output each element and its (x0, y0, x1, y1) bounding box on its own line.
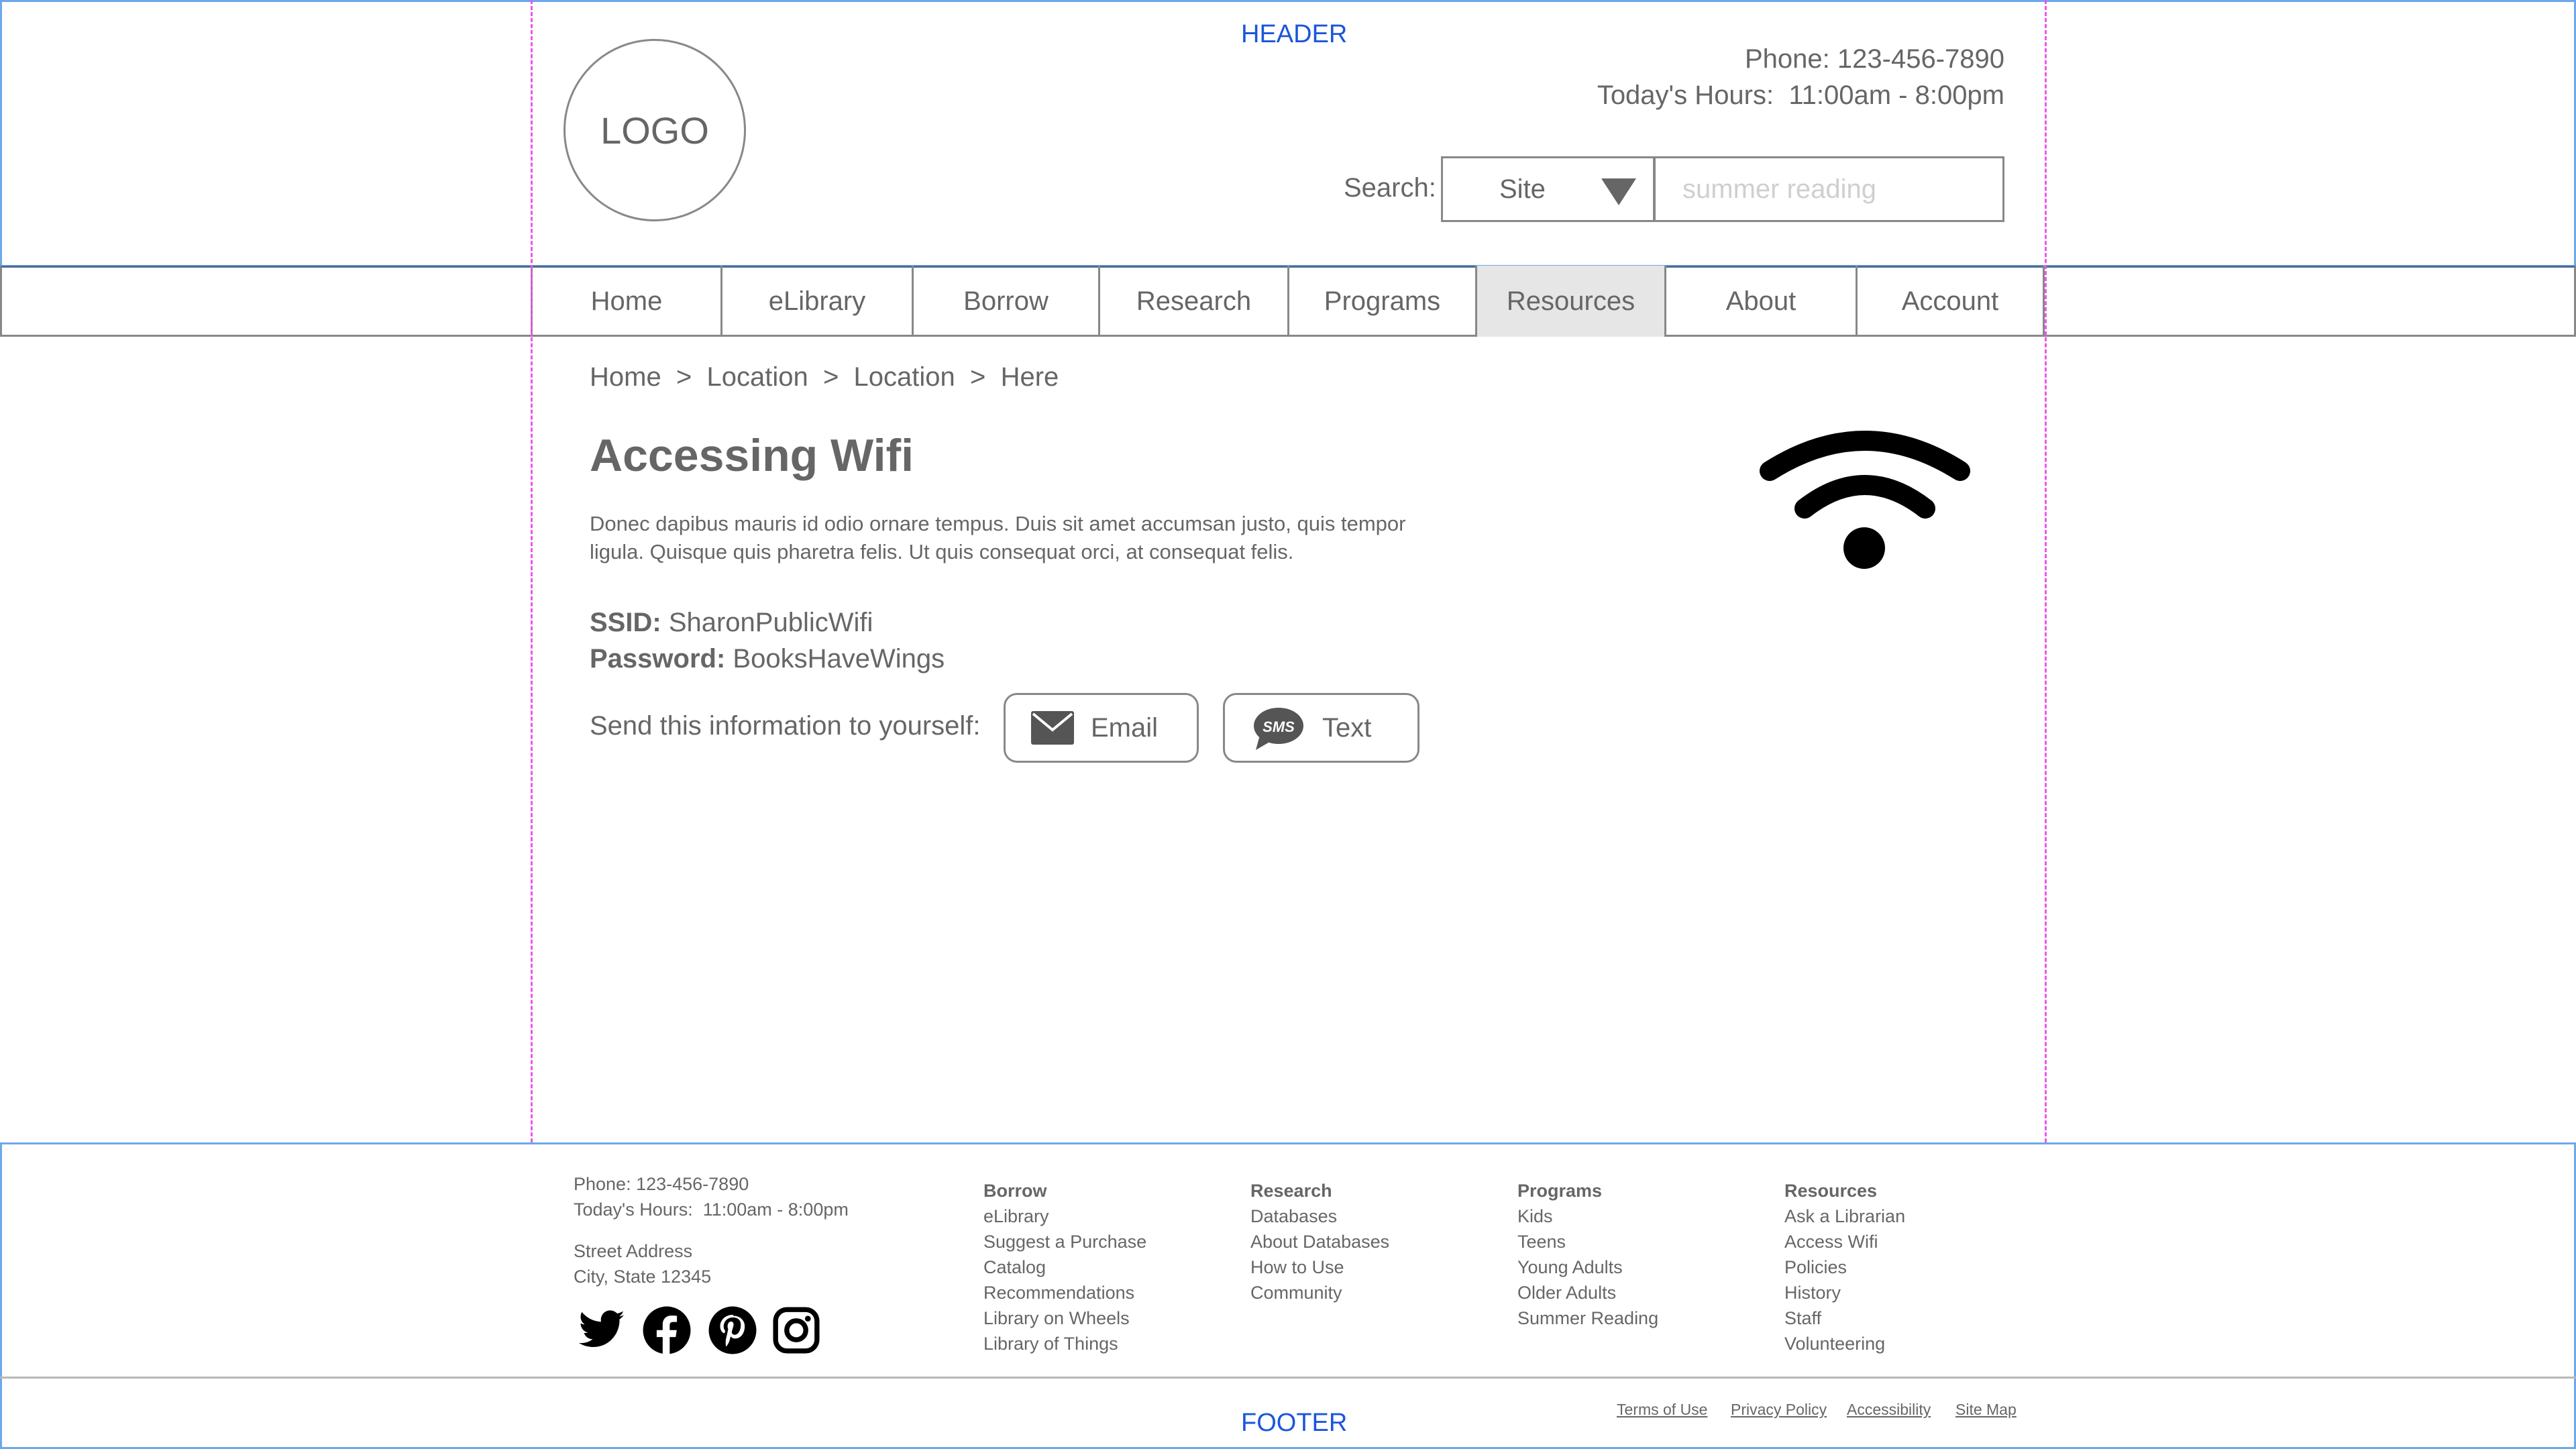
send-info-label: Send this information to yourself: (590, 711, 981, 741)
header-label: HEADER (1241, 20, 1348, 48)
footer-col-borrow: Borrow eLibrary Suggest a Purchase Catal… (983, 1178, 1146, 1356)
facebook-icon[interactable] (642, 1305, 692, 1355)
footer-link[interactable]: Young Adults (1517, 1254, 1658, 1280)
search-label: Search: (1344, 173, 1436, 203)
nav-home[interactable]: Home (531, 266, 720, 337)
password-line: Password: BooksHaveWings (590, 644, 945, 674)
nav-borrow[interactable]: Borrow (912, 266, 1098, 337)
footer-divider (0, 1377, 2576, 1379)
nav-account[interactable]: Account (1856, 266, 2045, 337)
footer-col-resources: Resources Ask a Librarian Access Wifi Po… (1784, 1178, 1905, 1356)
footer-link[interactable]: Community (1250, 1280, 1389, 1305)
footer-col-programs: Programs Kids Teens Young Adults Older A… (1517, 1178, 1658, 1331)
nav-elibrary[interactable]: eLibrary (720, 266, 912, 337)
search-scope-select[interactable]: Site (1441, 156, 1655, 222)
password-value: BooksHaveWings (733, 644, 945, 674)
breadcrumb[interactable]: Home > Location > Location > Here (590, 362, 1059, 392)
instagram-icon[interactable] (771, 1305, 821, 1355)
footer-link[interactable]: About Databases (1250, 1229, 1389, 1254)
footer-link[interactable]: Summer Reading (1517, 1305, 1658, 1331)
logo[interactable]: LOGO (564, 39, 746, 221)
email-button[interactable]: Email (1004, 693, 1199, 763)
search-input[interactable] (1654, 156, 2004, 222)
nav-research[interactable]: Research (1098, 266, 1287, 337)
footer-street: Street Address (574, 1241, 693, 1261)
footer-col-research: Research Databases About Databases How t… (1250, 1178, 1389, 1305)
header-phone: Phone: 123-456-7890 (1745, 44, 2004, 74)
page-title: Accessing Wifi (590, 430, 914, 481)
footer-hours: Today's Hours: 11:00am - 8:00pm (574, 1199, 849, 1220)
twitter-icon[interactable] (577, 1305, 627, 1355)
footer-link[interactable]: Volunteering (1784, 1331, 1905, 1356)
footer-link[interactable]: eLibrary (983, 1203, 1146, 1229)
footer-col-heading[interactable]: Resources (1784, 1178, 1905, 1203)
footer-link[interactable]: Library on Wheels (983, 1305, 1146, 1331)
terms-of-use-link[interactable]: Terms of Use (1617, 1401, 1707, 1419)
ssid-line: SSID: SharonPublicWifi (590, 608, 873, 638)
footer-link[interactable]: Older Adults (1517, 1280, 1658, 1305)
pinterest-icon[interactable] (708, 1305, 757, 1355)
footer-link[interactable]: Recommendations (983, 1280, 1146, 1305)
accessibility-link[interactable]: Accessibility (1847, 1401, 1931, 1419)
header-hours: Today's Hours: 11:00am - 8:00pm (1597, 80, 2004, 110)
wifi-icon (1760, 431, 1970, 569)
layout-guide-left (531, 0, 533, 1142)
footer-col-heading[interactable]: Borrow (983, 1178, 1146, 1203)
ssid-label: SSID: (590, 608, 661, 637)
nav-programs[interactable]: Programs (1287, 266, 1475, 337)
footer-col-heading[interactable]: Programs (1517, 1178, 1658, 1203)
caret-down-icon (1601, 178, 1636, 205)
footer-link[interactable]: Policies (1784, 1254, 1905, 1280)
footer-link[interactable]: How to Use (1250, 1254, 1389, 1280)
layout-guide-right (2045, 0, 2047, 1142)
text-button[interactable]: SMS Text (1223, 693, 1419, 763)
footer-col-heading[interactable]: Research (1250, 1178, 1389, 1203)
email-button-label: Email (1091, 712, 1159, 743)
footer-phone: Phone: 123-456-7890 (574, 1174, 749, 1194)
password-label: Password: (590, 644, 726, 674)
site-map-link[interactable]: Site Map (1955, 1401, 2017, 1419)
footer-link[interactable]: Catalog (983, 1254, 1146, 1280)
nav-resources[interactable]: Resources (1475, 266, 1664, 337)
footer-link[interactable]: Library of Things (983, 1331, 1146, 1356)
footer-link[interactable]: Ask a Librarian (1784, 1203, 1905, 1229)
footer-link[interactable]: Databases (1250, 1203, 1389, 1229)
footer-link[interactable]: Staff (1784, 1305, 1905, 1331)
sms-bubble-icon: SMS (1254, 708, 1303, 750)
footer-link[interactable]: Kids (1517, 1203, 1658, 1229)
footer-link[interactable]: Teens (1517, 1229, 1658, 1254)
privacy-policy-link[interactable]: Privacy Policy (1731, 1401, 1827, 1419)
footer-link[interactable]: Suggest a Purchase (983, 1229, 1146, 1254)
envelope-icon (1031, 711, 1074, 745)
ssid-value: SharonPublicWifi (668, 608, 873, 637)
text-button-label: Text (1322, 712, 1372, 743)
footer-link[interactable]: Access Wifi (1784, 1229, 1905, 1254)
footer-city: City, State 12345 (574, 1267, 712, 1287)
nav-about[interactable]: About (1664, 266, 1856, 337)
body-text: Donec dapibus mauris id odio ornare temp… (590, 512, 1406, 564)
search-scope-value: Site (1499, 174, 1546, 204)
footer-label: FOOTER (1241, 1409, 1348, 1437)
footer-link[interactable]: History (1784, 1280, 1905, 1305)
sms-badge: SMS (1263, 718, 1295, 735)
